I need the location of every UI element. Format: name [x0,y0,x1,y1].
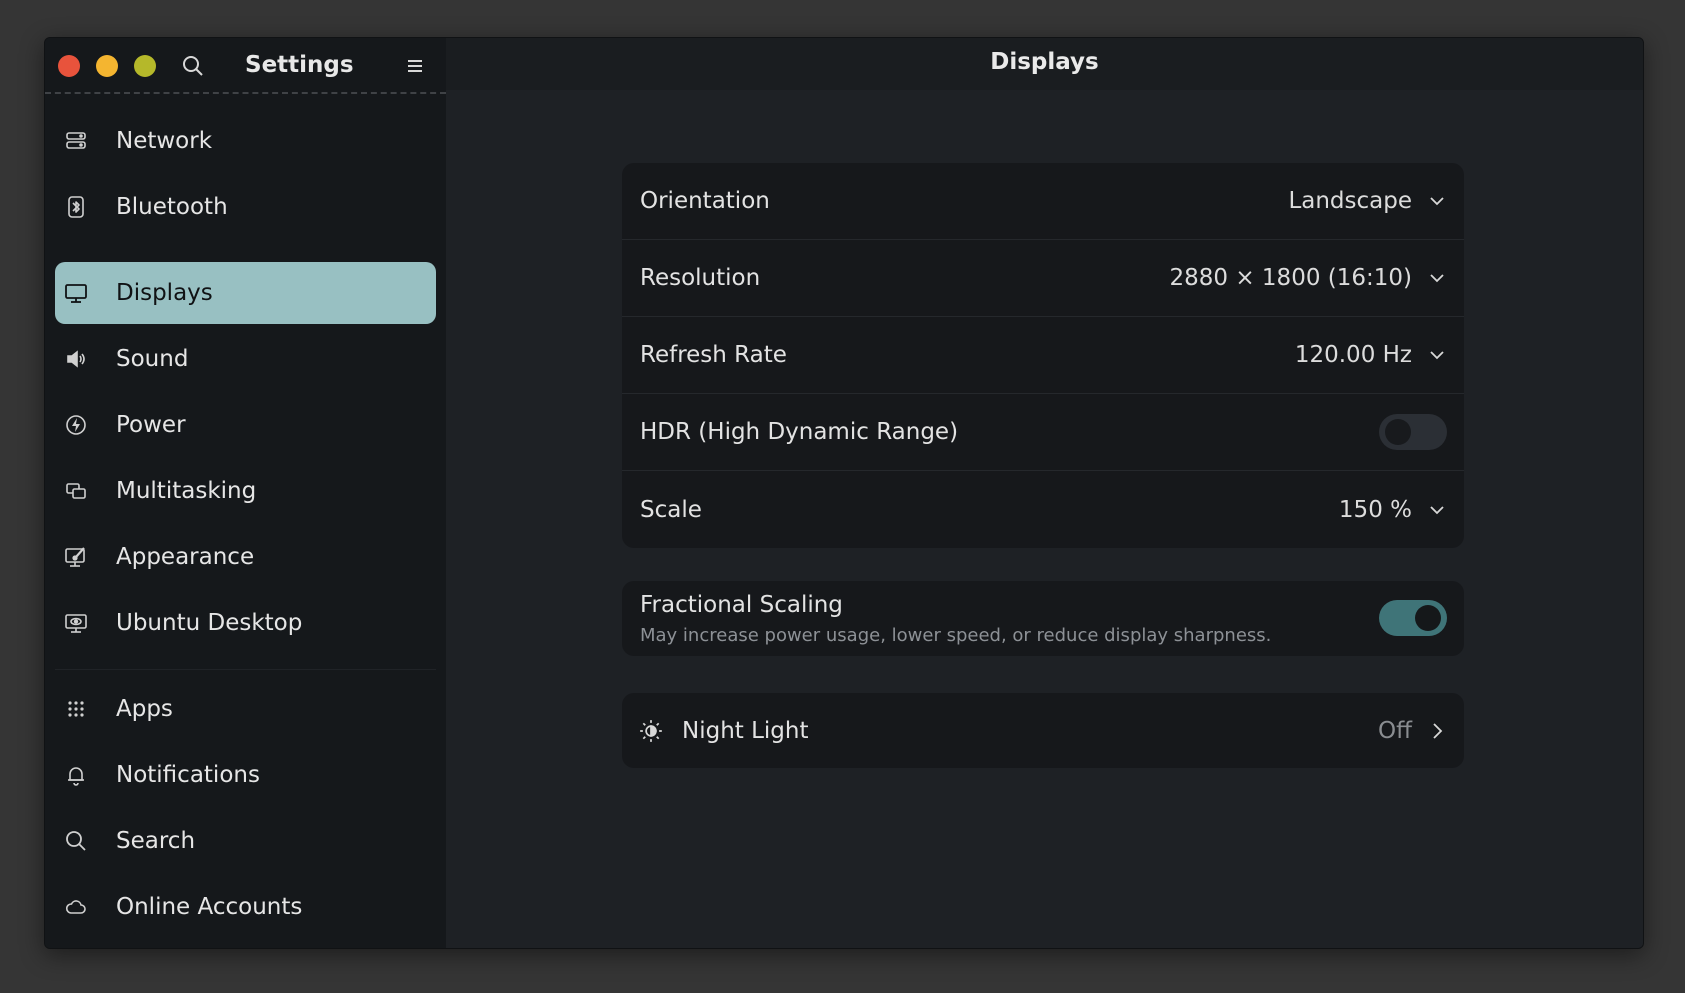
night-light-value: Off [1378,717,1412,744]
scale-value: 150 % [1338,496,1412,523]
chevron-down-icon [1430,505,1444,514]
night-light-label: Night Light [682,717,809,744]
network-icon [63,128,89,154]
fractional-scaling-card: Fractional Scaling May increase power us… [622,581,1464,656]
speaker-icon [63,346,89,372]
maximize-window-button[interactable] [134,55,156,77]
orientation-value: Landscape [1288,188,1412,214]
main-header: Displays [446,38,1643,90]
sidebar-item-online-accounts[interactable]: Online Accounts [55,876,436,938]
fractional-scaling-toggle[interactable] [1379,600,1447,636]
sidebar-item-search[interactable]: Search [55,810,436,872]
toggle-knob [1385,419,1411,445]
display-icon [63,280,89,306]
sidebar-item-apps[interactable]: Apps [55,678,436,740]
toggle-knob [1415,605,1441,631]
display-settings-card: Orientation Landscape Resolution 2880 × … [622,163,1464,548]
chevron-down-icon [1430,197,1444,206]
scale-label: Scale [640,496,702,523]
refresh-rate-value: 120.00 Hz [1294,342,1412,368]
chevron-down-icon [1430,351,1444,360]
chevron-right-icon [1433,722,1443,739]
sidebar-item-power[interactable]: Power [55,394,436,456]
sidebar-item-label: Online Accounts [116,894,303,920]
appearance-icon [63,544,89,570]
sidebar-item-label: Bluetooth [116,194,228,220]
sidebar-item-label: Ubuntu Desktop [116,610,303,636]
hdr-row: HDR (High Dynamic Range) [622,394,1464,471]
sidebar-item-sound[interactable]: Sound [55,328,436,390]
bell-icon [63,762,89,788]
sidebar-item-multitasking[interactable]: Multitasking [55,460,436,522]
night-light-row[interactable]: Night Light Off [622,693,1464,768]
sidebar-item-label: Notifications [116,762,260,788]
sidebar-item-label: Search [116,828,196,854]
night-light-icon [640,719,662,742]
night-light-card: Night Light Off [622,693,1464,768]
multitasking-icon [63,478,89,504]
sidebar-item-label: Sound [116,346,189,372]
power-icon [63,412,89,438]
resolution-row[interactable]: Resolution 2880 × 1800 (16:10) [622,240,1464,317]
settings-window: Settings Network Bluetooth Displays Soun… [44,37,1644,949]
search-icon [63,828,89,854]
sidebar-item-displays[interactable]: Displays [55,262,436,324]
sidebar: Settings Network Bluetooth Displays Soun… [45,38,446,948]
sidebar-item-label: Appearance [116,544,255,570]
orientation-label: Orientation [640,188,770,214]
fractional-scaling-title: Fractional Scaling [640,592,843,618]
sidebar-item-appearance[interactable]: Appearance [55,526,436,588]
hdr-toggle[interactable] [1379,414,1447,450]
sidebar-item-notifications[interactable]: Notifications [55,744,436,806]
sidebar-header: Settings [45,38,446,94]
sidebar-item-bluetooth[interactable]: Bluetooth [55,176,436,238]
orientation-row[interactable]: Orientation Landscape [622,163,1464,240]
sidebar-item-ubuntu-desktop[interactable]: Ubuntu Desktop [55,592,436,654]
cloud-icon [63,894,89,920]
sidebar-item-label: Displays [116,280,213,306]
page-title: Displays [990,49,1099,75]
resolution-value: 2880 × 1800 (16:10) [1169,265,1413,291]
sidebar-item-label: Multitasking [116,478,257,504]
minimize-window-button[interactable] [96,55,118,77]
sidebar-item-label: Apps [116,696,173,722]
search-icon[interactable] [181,54,205,78]
sidebar-item-network[interactable]: Network [55,110,436,172]
chevron-down-icon [1430,274,1444,283]
sidebar-item-label: Network [116,128,213,154]
sidebar-title: Settings [245,52,354,78]
sidebar-item-label: Power [116,412,186,438]
resolution-label: Resolution [640,265,761,291]
displays-content: Orientation Landscape Resolution 2880 × … [446,90,1643,948]
ubuntu-desktop-icon [63,610,89,636]
hdr-label: HDR (High Dynamic Range) [640,419,959,445]
bluetooth-icon [63,194,89,220]
close-window-button[interactable] [58,55,80,77]
apps-grid-icon [63,696,89,722]
refresh-rate-label: Refresh Rate [640,342,787,368]
refresh-rate-row[interactable]: Refresh Rate 120.00 Hz [622,317,1464,394]
menu-icon[interactable] [405,56,425,76]
fractional-scaling-subtitle: May increase power usage, lower speed, o… [640,625,1272,646]
scale-row[interactable]: Scale 150 % [622,471,1464,548]
sidebar-separator [55,669,436,670]
